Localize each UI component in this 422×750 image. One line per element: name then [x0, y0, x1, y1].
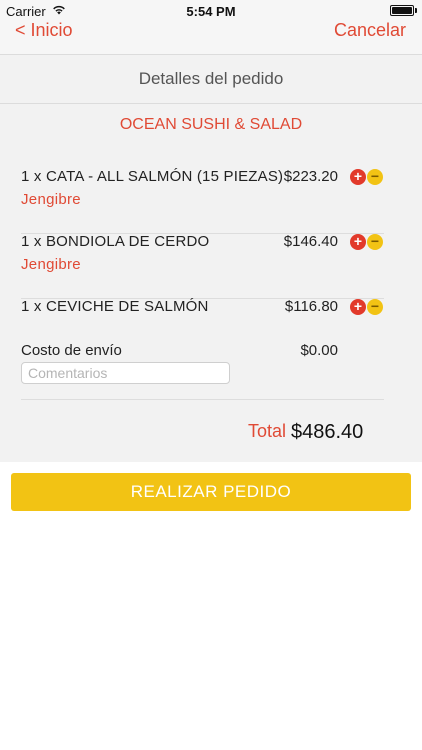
order-details-panel: Detalles del pedido OCEAN SUSHI & SALAD …: [0, 54, 422, 462]
order-item: 1 x CEVICHE DE SALMÓN $116.80 + −: [21, 298, 384, 338]
minus-circle-icon[interactable]: −: [367, 299, 383, 315]
comments-input[interactable]: [21, 362, 230, 384]
total-value: $486.40: [291, 421, 364, 443]
item-name: 1 x CATA - ALL SALMÓN (15 PIEZAS): [21, 168, 284, 185]
item-name: 1 x BONDIOLA DE CERDO: [21, 233, 210, 250]
minus-circle-icon[interactable]: −: [367, 169, 383, 185]
page-title: Detalles del pedido: [138, 69, 284, 88]
shipping-label: Costo de envío: [21, 342, 122, 359]
plus-circle-icon[interactable]: +: [350, 234, 366, 250]
order-item: 1 x CATA - ALL SALMÓN (15 PIEZAS) Jengib…: [21, 168, 384, 234]
status-time: 5:54 PM: [186, 4, 236, 19]
plus-circle-icon[interactable]: +: [350, 299, 366, 315]
battery-icon: [390, 5, 414, 16]
battery-tip: [415, 8, 417, 13]
navigation-bar: < Inicio Cancelar: [0, 20, 422, 54]
place-order-button[interactable]: REALIZAR PEDIDO: [11, 473, 411, 511]
total-label: Total: [248, 421, 287, 441]
plus-circle-icon[interactable]: +: [350, 169, 366, 185]
item-price: $223.20: [283, 168, 338, 185]
minus-circle-icon[interactable]: −: [367, 234, 383, 250]
order-item: 1 x BONDIOLA DE CERDO Jengibre $146.40 +…: [21, 233, 384, 299]
cancel-button[interactable]: Cancelar: [334, 20, 406, 41]
title-divider: [0, 103, 422, 104]
restaurant-name: OCEAN SUSHI & SALAD: [119, 116, 303, 133]
battery-level-fill: [392, 7, 412, 14]
item-price: $116.80: [284, 298, 338, 315]
shipping-price: $0.00: [300, 342, 338, 359]
back-button[interactable]: < Inicio: [15, 20, 73, 41]
item-name: 1 x CEVICHE DE SALMÓN: [21, 298, 209, 315]
status-bar: Carrier 5:54 PM: [0, 0, 422, 22]
shipping-row: Costo de envío $0.00: [21, 342, 384, 400]
item-price: $146.40: [283, 233, 338, 250]
item-note: Jengibre: [21, 256, 81, 273]
item-note: Jengibre: [21, 191, 81, 208]
